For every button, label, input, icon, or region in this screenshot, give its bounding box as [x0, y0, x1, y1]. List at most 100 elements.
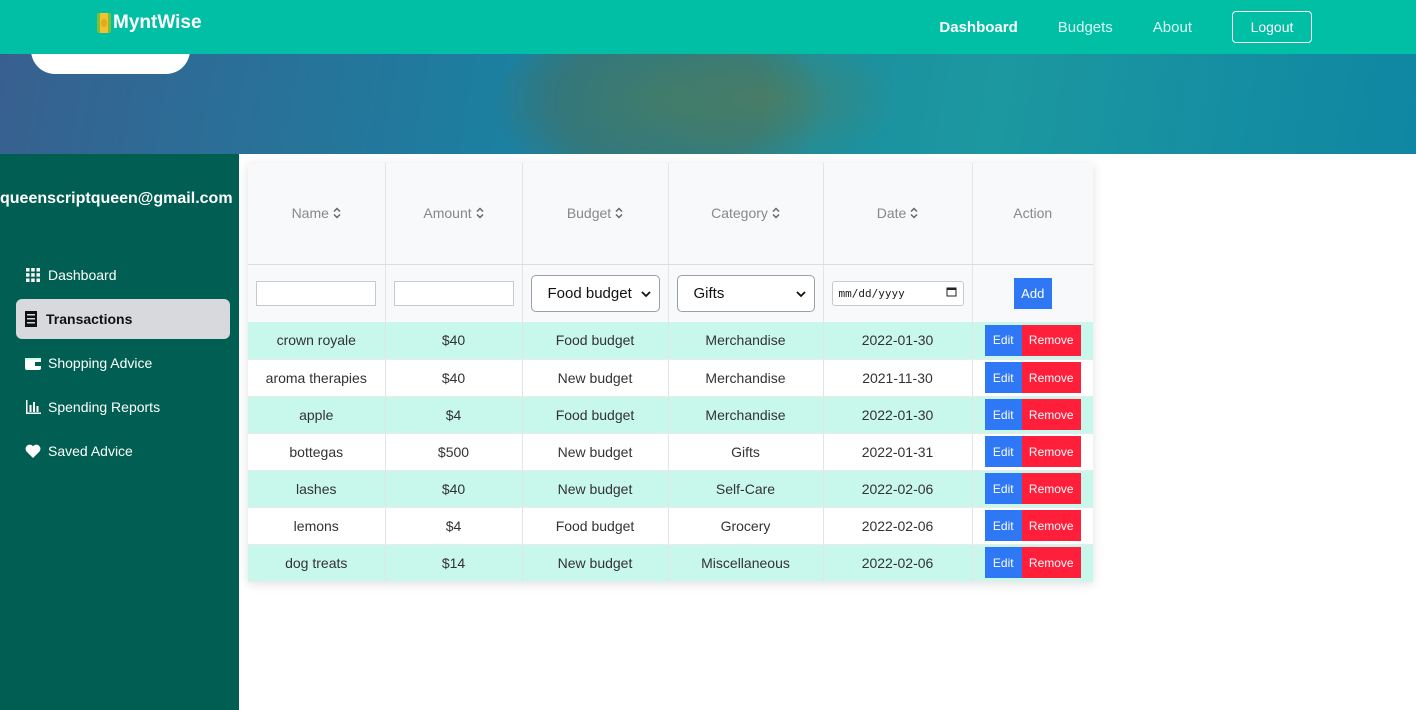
category-select[interactable]: Gifts [676, 274, 815, 312]
user-email: queenscriptqueen@gmail.com [0, 190, 233, 207]
sort-icon [772, 206, 780, 222]
cell-name: lashes [248, 470, 386, 508]
date-input[interactable]: mm/dd/yyyy [831, 280, 964, 306]
cell-category: Merchandise [668, 396, 824, 434]
cell-budget: Food budget [522, 396, 669, 434]
cell-category: Gifts [668, 433, 824, 471]
cell-name: dog treats [248, 544, 386, 582]
sort-icon [910, 206, 918, 222]
sort-icon [333, 206, 341, 222]
date-placeholder: mm/dd/yyyy [838, 286, 905, 300]
cell-budget: New budget [522, 359, 669, 397]
edit-button[interactable]: Edit [984, 436, 1022, 467]
sidebar-item-label: Shopping Advice [48, 355, 153, 371]
sidebar-item-label: Saved Advice [48, 443, 133, 459]
edit-button[interactable]: Edit [984, 399, 1022, 430]
nav-link-budgets[interactable]: Budgets [1058, 19, 1113, 36]
cell-action: Edit Remove [972, 470, 1093, 508]
cell-budget: New budget [522, 470, 669, 508]
add-button[interactable]: Add [1013, 277, 1052, 309]
cell-action: Edit Remove [972, 359, 1093, 397]
edit-button[interactable]: Edit [984, 473, 1022, 504]
cell-budget: New budget [522, 433, 669, 471]
logout-button[interactable]: Logout [1232, 11, 1312, 43]
cell-amount: $40 [385, 470, 523, 508]
remove-button[interactable]: Remove [1021, 436, 1081, 467]
amount-input[interactable] [393, 280, 514, 306]
row-actions: Edit Remove [984, 362, 1081, 393]
row-actions: Edit Remove [984, 324, 1081, 356]
brand[interactable]: MyntWise [96, 11, 202, 35]
chevron-down-icon [795, 285, 806, 302]
column-header-budget[interactable]: Budget [522, 163, 669, 265]
cell-category: Miscellaneous [668, 544, 824, 582]
cell-category: Merchandise [668, 359, 824, 397]
receipt-icon [22, 311, 40, 327]
cell-amount: $500 [385, 433, 523, 471]
cell-budget: Food budget [522, 507, 669, 545]
nav-link-about[interactable]: About [1153, 19, 1192, 36]
cell-name: crown royale [248, 322, 386, 360]
cell-category: Merchandise [668, 322, 824, 360]
money-icon [96, 11, 112, 35]
heart-icon [24, 443, 42, 459]
row-actions: Edit Remove [984, 473, 1081, 504]
remove-button[interactable]: Remove [1021, 399, 1081, 430]
remove-button[interactable]: Remove [1021, 324, 1081, 356]
row-actions: Edit Remove [984, 399, 1081, 430]
cell-amount: $40 [385, 359, 523, 397]
edit-button[interactable]: Edit [984, 324, 1022, 356]
table-row: apple $4 Food budget Merchandise 2022-01-30 E… [248, 396, 1093, 434]
sidebar-item-dashboard[interactable]: Dashboard [16, 255, 230, 295]
cell-date: 2022-02-06 [823, 544, 973, 582]
hero-banner [0, 54, 1416, 154]
row-actions: Edit Remove [984, 436, 1081, 467]
chevron-down-icon [640, 285, 651, 302]
sidebar: queenscriptqueen@gmail.com Dashboard Tra… [0, 154, 239, 710]
budget-select[interactable]: Food budget [530, 274, 660, 312]
grid-icon [24, 267, 42, 283]
top-navbar: MyntWise Dashboard Budgets About Logout [0, 0, 1416, 54]
cell-budget: Food budget [522, 322, 669, 360]
nav-links: Dashboard Budgets About Logout [939, 0, 1312, 54]
column-header-category[interactable]: Category [668, 163, 824, 265]
table-row: lashes $40 New budget Self-Care 2022-02-06 Ed… [248, 470, 1093, 508]
nav-link-dashboard[interactable]: Dashboard [939, 19, 1017, 36]
column-header-date[interactable]: Date [823, 163, 973, 265]
transactions-table: Name Amount Budget Category Date Action … [248, 163, 1093, 582]
remove-button[interactable]: Remove [1021, 547, 1081, 578]
edit-button[interactable]: Edit [984, 510, 1022, 541]
sort-icon [615, 206, 623, 222]
remove-button[interactable]: Remove [1021, 473, 1081, 504]
cell-amount: $14 [385, 544, 523, 582]
cell-date: 2022-01-30 [823, 322, 973, 360]
sidebar-item-transactions[interactable]: Transactions [16, 299, 230, 339]
table-row: aroma therapies $40 New budget Merchandise 2… [248, 359, 1093, 397]
remove-button[interactable]: Remove [1021, 510, 1081, 541]
hero-pill-shape [31, 54, 190, 74]
calendar-icon [946, 286, 957, 300]
cell-date: 2021-11-30 [823, 359, 973, 397]
brand-name: MyntWise [113, 12, 202, 33]
cell-amount: $4 [385, 396, 523, 434]
sidebar-item-shopping-advice[interactable]: Shopping Advice [16, 343, 230, 383]
name-input[interactable] [256, 280, 377, 306]
sidebar-item-saved-advice[interactable]: Saved Advice [16, 431, 230, 471]
cell-action: Edit Remove [972, 396, 1093, 434]
column-header-amount[interactable]: Amount [385, 163, 523, 265]
cell-amount: $40 [385, 322, 523, 360]
cell-amount: $4 [385, 507, 523, 545]
category-select-value: Gifts [693, 284, 725, 302]
edit-button[interactable]: Edit [984, 547, 1022, 578]
sidebar-item-label: Transactions [46, 311, 133, 327]
sidebar-item-spending-reports[interactable]: Spending Reports [16, 387, 230, 427]
cell-name: apple [248, 396, 386, 434]
cell-date: 2022-02-06 [823, 470, 973, 508]
cell-date: 2022-01-30 [823, 396, 973, 434]
edit-button[interactable]: Edit [984, 362, 1022, 393]
budget-select-value: Food budget [547, 284, 632, 302]
cell-action: Edit Remove [972, 322, 1093, 360]
remove-button[interactable]: Remove [1021, 362, 1081, 393]
cell-action: Edit Remove [972, 507, 1093, 545]
column-header-name[interactable]: Name [248, 163, 386, 265]
